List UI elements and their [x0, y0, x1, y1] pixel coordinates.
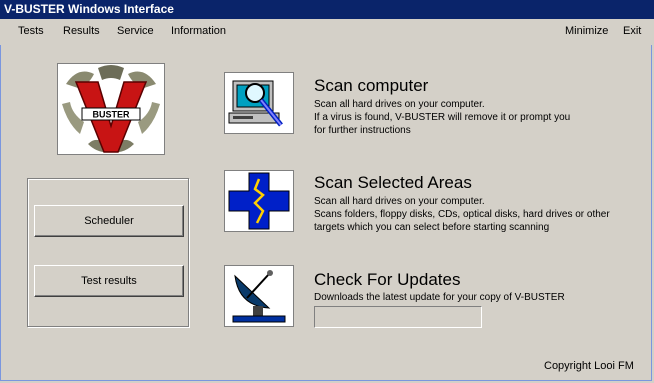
- drive-slot: [233, 116, 253, 119]
- window-title: V-BUSTER Windows Interface: [4, 2, 174, 16]
- computer-magnifier-icon[interactable]: [224, 72, 294, 134]
- check-for-updates-description: Downloads the latest update for your cop…: [314, 292, 565, 303]
- dish-mount: [253, 306, 263, 316]
- menu-minimize[interactable]: Minimize: [565, 25, 608, 37]
- menu-service[interactable]: Service: [117, 25, 154, 37]
- menu-bar: Tests Results Service Information Minimi…: [0, 19, 654, 45]
- menu-exit[interactable]: Exit: [623, 25, 641, 37]
- title-bar[interactable]: V-BUSTER Windows Interface: [0, 0, 654, 19]
- menu-results[interactable]: Results: [63, 25, 100, 37]
- logo-text: BUSTER: [92, 110, 130, 120]
- menu-tests[interactable]: Tests: [18, 25, 44, 37]
- logo-creature-top: [98, 65, 124, 80]
- dish-antenna: [246, 273, 270, 299]
- test-results-button[interactable]: Test results: [34, 265, 184, 297]
- blue-cross-icon[interactable]: [224, 170, 294, 232]
- logo-wing-left: [62, 102, 84, 134]
- satellite-dish-icon[interactable]: [224, 265, 294, 327]
- blue-cross-graphic: [228, 172, 290, 230]
- scan-computer-description: Scan all hard drives on your computer. I…: [314, 99, 571, 136]
- scan-computer-title[interactable]: Scan computer: [314, 76, 428, 96]
- copyright-text: Copyright Looi FM: [544, 360, 634, 372]
- dish-platform: [232, 315, 286, 323]
- scheduler-button[interactable]: Scheduler: [34, 205, 184, 237]
- side-panel: Scheduler Test results: [27, 178, 189, 327]
- scan-selected-areas-description: Scan all hard drives on your computer. S…: [314, 196, 610, 233]
- scan-selected-areas-title[interactable]: Scan Selected Areas: [314, 173, 472, 193]
- dish-receiver: [267, 270, 273, 276]
- v-buster-logo-icon: BUSTER: [57, 63, 165, 155]
- menu-information[interactable]: Information: [171, 25, 226, 37]
- check-for-updates-title[interactable]: Check For Updates: [314, 270, 460, 290]
- computer-magnifier-graphic: [228, 80, 283, 127]
- update-progress-bar: [314, 306, 482, 328]
- logo-wing-right: [138, 102, 160, 134]
- satellite-dish-graphic: [232, 270, 286, 323]
- magnifier-lens: [245, 83, 265, 103]
- logo-graphic: BUSTER: [62, 65, 160, 153]
